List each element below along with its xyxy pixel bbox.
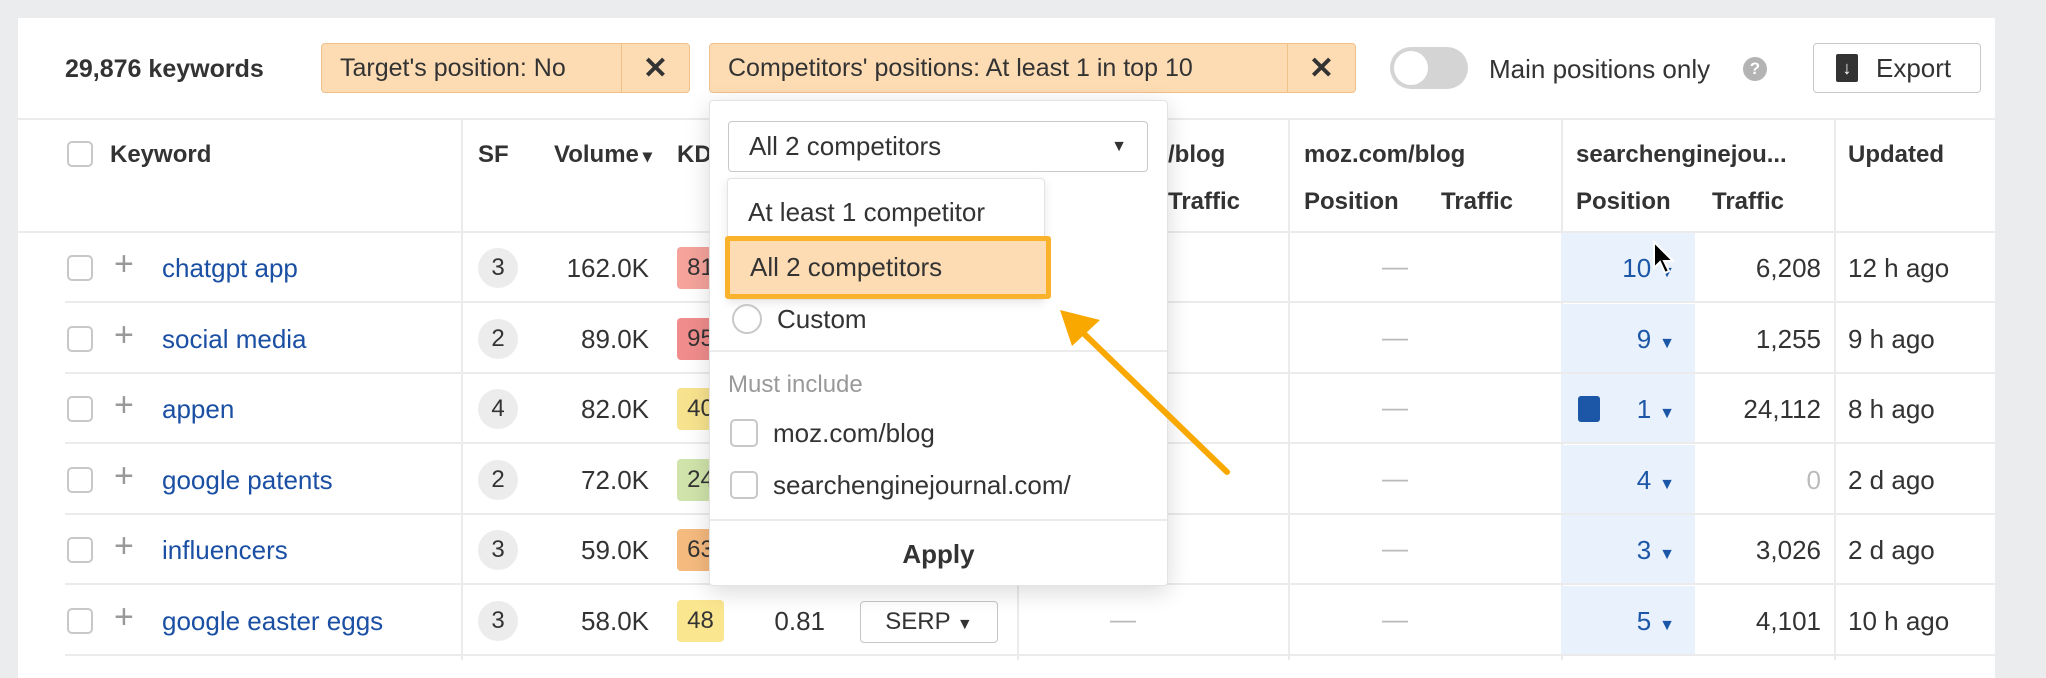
- annotation-arrow: [1060, 310, 1230, 475]
- mouse-cursor-icon: [1653, 240, 1676, 275]
- arrow-shaft: [1073, 323, 1230, 475]
